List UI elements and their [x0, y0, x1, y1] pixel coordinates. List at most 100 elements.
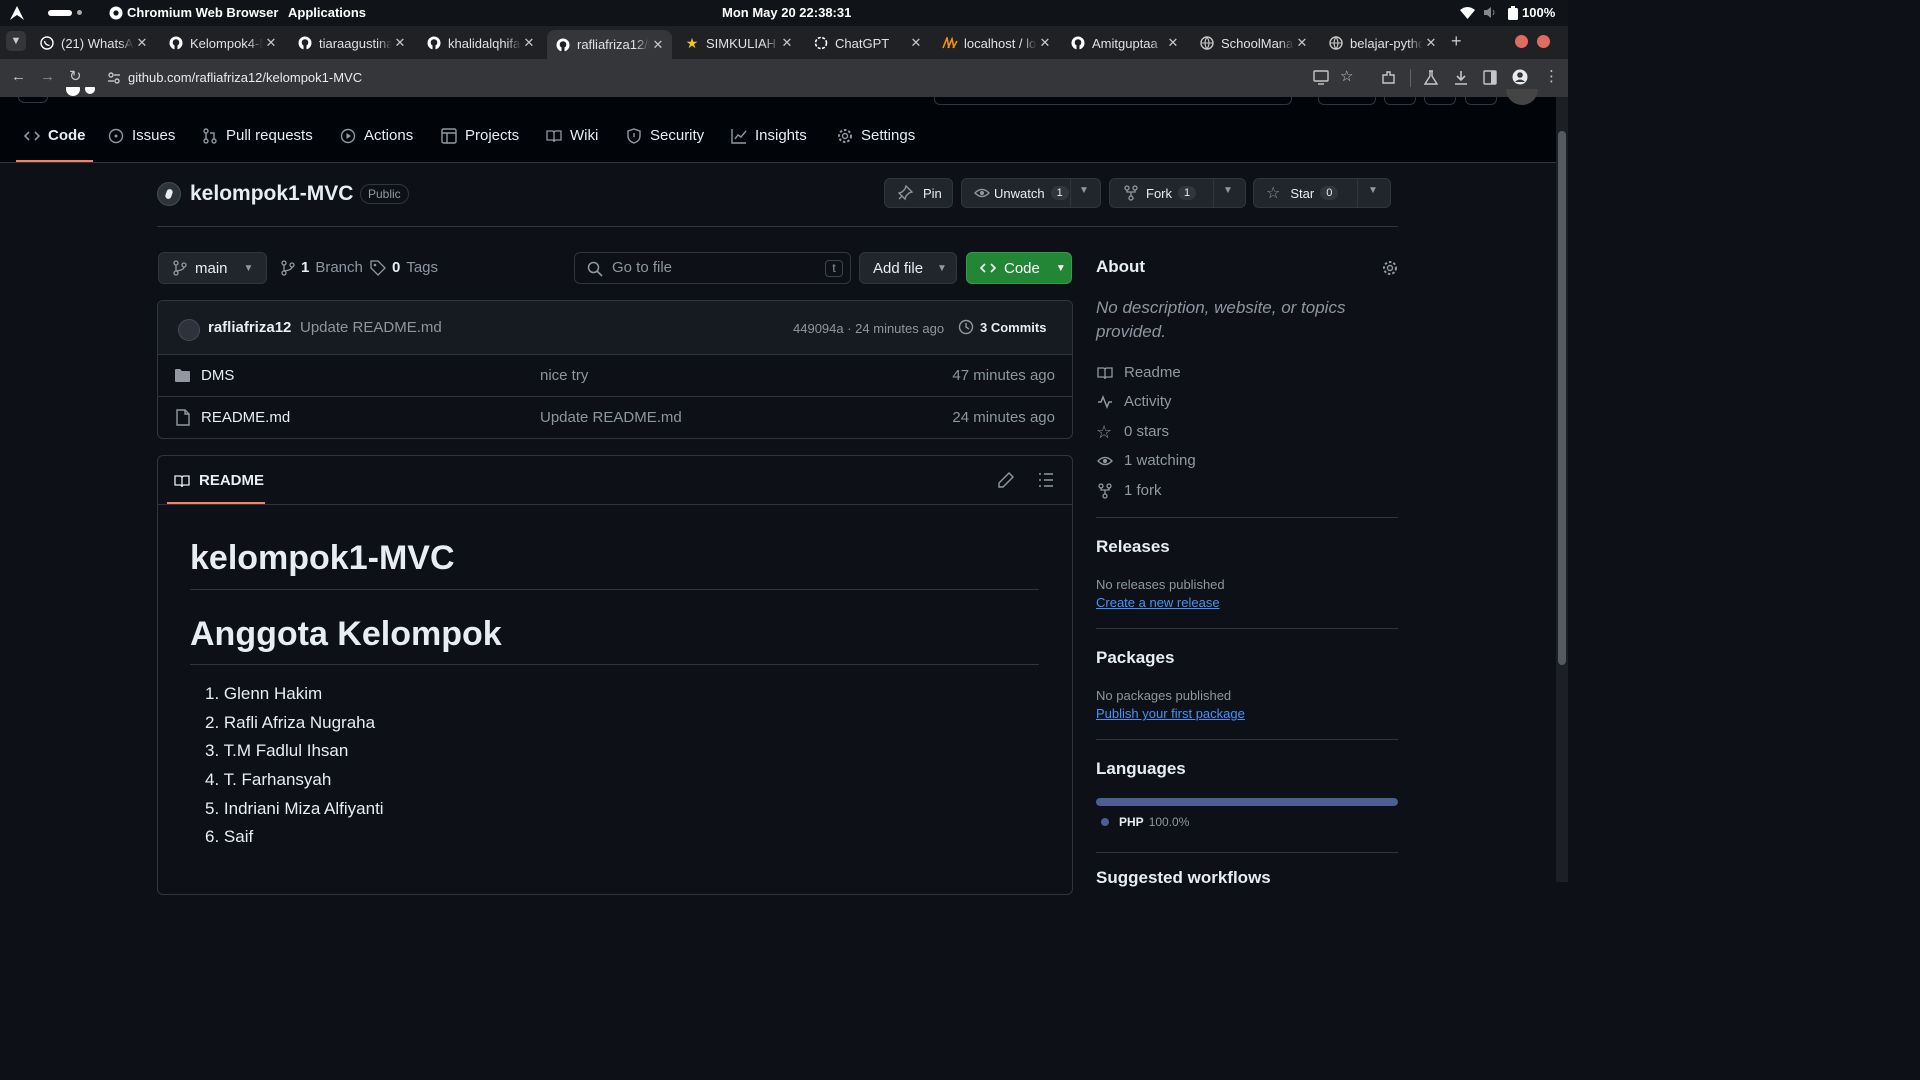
site-info-icon[interactable]: [107, 71, 121, 85]
readme-link[interactable]: Readme: [1096, 364, 1181, 381]
profile-avatar-icon[interactable]: [1512, 69, 1528, 85]
author-avatar[interactable]: [178, 319, 200, 341]
browser-tab[interactable]: localhost / localhost✕: [934, 30, 1059, 56]
unwatch-button[interactable]: Unwatch 1 ▼: [961, 178, 1101, 208]
file-commit-message[interactable]: nice try: [540, 367, 588, 384]
close-tab-icon[interactable]: ✕: [650, 37, 666, 53]
create-release-link[interactable]: Create a new release: [1096, 595, 1220, 610]
window-minimize-button[interactable]: [1515, 35, 1528, 48]
add-file-button[interactable]: Add file ▼: [859, 252, 957, 284]
hamburger-menu-button[interactable]: [18, 89, 48, 103]
inbox-button[interactable]: [1465, 89, 1497, 105]
branches-link[interactable]: 1 Branch: [281, 259, 363, 276]
file-commit-message[interactable]: Update README.md: [540, 409, 682, 426]
tab-security[interactable]: Security: [626, 127, 704, 144]
workspace-indicator[interactable]: [48, 10, 72, 16]
browser-tab[interactable]: Amitguptaa ✕: [1062, 30, 1187, 56]
table-row[interactable]: README.md Update README.md 24 minutes ag…: [158, 396, 1072, 438]
browser-tab[interactable]: ChatGPT ✕: [805, 30, 930, 56]
packages-title[interactable]: Packages: [1096, 648, 1174, 668]
install-app-icon[interactable]: [1313, 70, 1329, 85]
repo-name[interactable]: kelompok1-MVC: [190, 182, 353, 206]
global-search-input[interactable]: [934, 89, 1292, 105]
commit-author[interactable]: rafliafriza12: [208, 319, 291, 336]
activity-link[interactable]: Activity: [1096, 393, 1172, 410]
battery-icon[interactable]: [1507, 6, 1519, 20]
download-icon[interactable]: [1454, 70, 1468, 85]
close-tab-icon[interactable]: ✕: [1037, 35, 1053, 51]
window-close-button[interactable]: [1537, 35, 1550, 48]
browser-tab[interactable]: belajar-python✕: [1320, 30, 1445, 56]
back-button[interactable]: ←: [11, 68, 26, 85]
commit-message[interactable]: Update README.md: [300, 319, 442, 336]
tab-wiki[interactable]: Wiki: [546, 127, 598, 144]
browser-tab[interactable]: ★ SIMKULIAH ✕: [676, 30, 801, 56]
browser-tab[interactable]: SchoolManagement✕: [1191, 30, 1316, 56]
pencil-icon[interactable]: [998, 472, 1014, 488]
active-app-name[interactable]: Chromium Web Browser: [127, 5, 278, 20]
workspace-dot[interactable]: [77, 10, 82, 15]
watching-link[interactable]: 1 watching: [1096, 452, 1196, 469]
commits-link[interactable]: 3 Commits: [958, 319, 1046, 335]
scrollbar-thumb[interactable]: [1558, 131, 1566, 665]
extensions-icon[interactable]: [1381, 70, 1396, 85]
gear-icon[interactable]: [1382, 260, 1398, 276]
issues-shortcut-button[interactable]: [1384, 89, 1416, 105]
watch-dropdown-icon[interactable]: ▼: [1079, 185, 1089, 196]
table-row[interactable]: DMS nice try 47 minutes ago: [158, 354, 1072, 396]
readme-tab[interactable]: README: [174, 472, 264, 489]
close-tab-icon[interactable]: ✕: [134, 35, 150, 51]
list-outline-icon[interactable]: [1038, 473, 1054, 487]
fork-button[interactable]: Fork 1 ▼: [1109, 178, 1246, 208]
url-field[interactable]: github.com/rafliafriza12/kelompok1-MVC: [128, 70, 362, 85]
browser-tab[interactable]: Kelompok4-MVC✕: [160, 30, 285, 56]
language-php[interactable]: PHP 100.0%: [1101, 815, 1189, 829]
arch-logo-icon[interactable]: [9, 5, 25, 21]
tab-pull-requests[interactable]: Pull requests: [202, 127, 313, 144]
close-tab-icon[interactable]: ✕: [1165, 35, 1181, 51]
close-tab-icon[interactable]: ✕: [1423, 35, 1439, 51]
close-tab-icon[interactable]: ✕: [263, 35, 279, 51]
stars-link[interactable]: ☆ 0 stars: [1096, 423, 1169, 441]
labs-flask-icon[interactable]: [1424, 70, 1438, 85]
star-button[interactable]: ☆ Star 0 ▼: [1253, 178, 1391, 208]
fork-dropdown-icon[interactable]: ▼: [1223, 185, 1233, 196]
releases-title[interactable]: Releases: [1096, 537, 1170, 557]
user-avatar[interactable]: [1506, 89, 1538, 105]
applications-menu[interactable]: Applications: [288, 5, 366, 20]
page-scrollbar[interactable]: [1556, 97, 1568, 882]
tab-search-button[interactable]: ▼: [6, 31, 26, 51]
tab-code[interactable]: Code: [24, 127, 86, 144]
publish-package-link[interactable]: Publish your first package: [1096, 706, 1245, 721]
forks-link[interactable]: 1 fork: [1096, 482, 1162, 499]
commit-sha-time[interactable]: 449094a · 24 minutes ago: [793, 321, 944, 336]
tab-insights[interactable]: Insights: [731, 127, 807, 144]
close-tab-icon[interactable]: ✕: [521, 35, 537, 51]
file-name[interactable]: DMS: [201, 367, 234, 384]
pin-button[interactable]: Pin: [884, 178, 953, 208]
forward-button[interactable]: →: [40, 68, 55, 85]
tab-settings[interactable]: Settings: [837, 127, 915, 144]
tab-issues[interactable]: Issues: [108, 127, 175, 144]
bookmark-star-icon[interactable]: ☆: [1340, 67, 1353, 85]
new-tab-button[interactable]: +: [1451, 31, 1462, 52]
tab-actions[interactable]: Actions: [340, 127, 413, 144]
system-clock[interactable]: Mon May 20 22:38:31: [722, 5, 851, 20]
close-tab-icon[interactable]: ✕: [1294, 35, 1310, 51]
create-new-button[interactable]: [1318, 89, 1376, 105]
star-dropdown-icon[interactable]: ▼: [1368, 185, 1378, 196]
close-tab-icon[interactable]: ✕: [779, 35, 795, 51]
browser-tab[interactable]: (21) WhatsApp✕: [31, 30, 156, 56]
tags-link[interactable]: 0 Tags: [370, 259, 438, 276]
owner-avatar[interactable]: [157, 182, 181, 206]
reload-button[interactable]: ↻: [69, 67, 82, 85]
branch-selector[interactable]: main ▼: [158, 252, 267, 284]
browser-menu-icon[interactable]: ⋮: [1544, 67, 1559, 85]
file-name[interactable]: README.md: [201, 409, 290, 426]
wifi-icon[interactable]: [1460, 6, 1475, 19]
browser-tab[interactable]: tiaraagustina ✕: [289, 30, 414, 56]
github-logo-icon[interactable]: [64, 87, 100, 105]
browser-tab[interactable]: khalidalqhifari ✕: [418, 30, 543, 56]
browser-tab[interactable]: rafliafriza12/kelompok1✕: [547, 30, 672, 59]
side-panel-icon[interactable]: [1483, 70, 1497, 85]
